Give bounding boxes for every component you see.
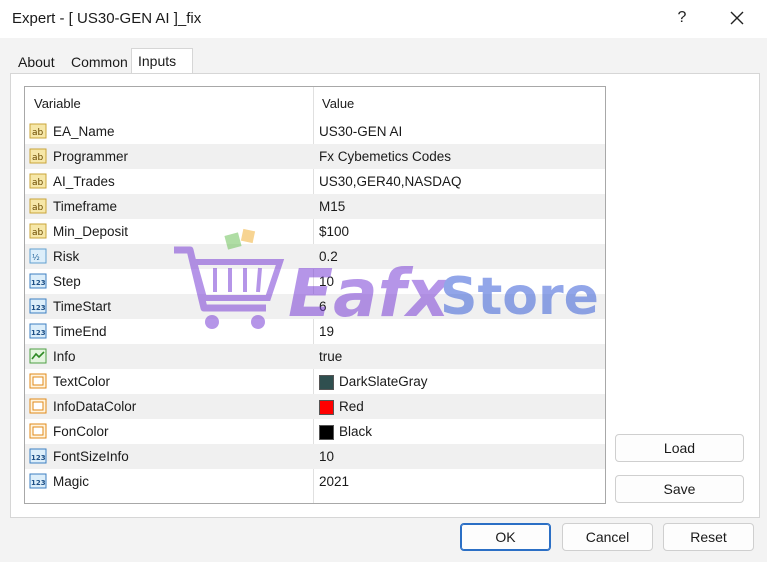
ok-button[interactable]: OK [460,523,551,551]
string-icon: ab [29,223,47,239]
eafx-store-watermark: Eafx Store [174,228,599,332]
svg-text:ab: ab [32,153,44,163]
variable-name: TextColor [53,374,111,389]
integer-icon: 123 [29,298,47,314]
variable-value[interactable]: Red [339,399,364,414]
variable-name: InfoDataColor [53,399,137,414]
variable-name: TimeEnd [53,324,107,339]
variable-name: Timeframe [53,199,118,214]
integer-icon: 123 [29,448,47,464]
tab-inputs[interactable]: Inputs [131,48,193,75]
color-icon [29,373,47,389]
tab-about[interactable]: About [14,51,59,73]
load-button[interactable]: Load [615,434,744,462]
svg-text:ab: ab [32,228,44,238]
color-swatch [319,400,334,415]
variable-name: Risk [53,249,80,264]
grid-row[interactable]: 123 Magic 2021 [25,469,605,494]
window-title: Expert - [ US30-GEN AI ]_fix [12,10,202,27]
grid-row[interactable]: ab AI_Trades US30,GER40,NASDAQ [25,169,605,194]
grid-row[interactable]: ab Timeframe M15 [25,194,605,219]
variable-name: TimeStart [53,299,112,314]
grid-row[interactable]: FonColor Black [25,419,605,444]
variable-value[interactable]: true [319,349,342,364]
svg-text:123: 123 [31,279,46,287]
variable-value[interactable]: Fx Cybemetics Codes [319,149,451,164]
variable-name: AI_Trades [53,174,115,189]
expert-dialog: Expert - [ US30-GEN AI ]_fix ? About Com… [0,0,767,562]
bool-icon [29,348,47,364]
color-icon [29,423,47,439]
variable-name: Programmer [53,149,129,164]
variable-value[interactable]: DarkSlateGray [339,374,428,389]
svg-text:123: 123 [31,454,46,462]
integer-icon: 123 [29,273,47,289]
variable-name: Min_Deposit [53,224,129,239]
title-bar: Expert - [ US30-GEN AI ]_fix ? [0,0,767,38]
variable-name: Magic [53,474,90,489]
help-button[interactable]: ? [668,4,696,32]
integer-icon: 123 [29,323,47,339]
grid-row[interactable]: ab Programmer Fx Cybemetics Codes [25,144,605,169]
svg-text:123: 123 [31,479,46,487]
shopping-cart-icon [174,228,285,329]
variable-value[interactable]: US30-GEN AI [319,124,402,139]
string-icon: ab [29,173,47,189]
grid-row[interactable]: InfoDataColor Red [25,394,605,419]
grid-row[interactable]: TextColor DarkSlateGray [25,369,605,394]
grid-header: Variable Value [25,87,605,119]
variable-value[interactable]: 10 [319,449,334,464]
color-icon [29,398,47,414]
save-button[interactable]: Save [615,475,744,503]
color-swatch [319,425,334,440]
color-swatch [319,375,334,390]
grid-row[interactable]: ab EA_Name US30-GEN AI [25,119,605,144]
string-icon: ab [29,123,47,139]
column-header-value[interactable]: Value [322,96,354,111]
close-icon [730,11,744,25]
integer-icon: 123 [29,473,47,489]
cancel-button[interactable]: Cancel [562,523,653,551]
string-icon: ab [29,148,47,164]
column-header-variable[interactable]: Variable [34,96,81,111]
svg-text:ab: ab [32,203,44,213]
variable-value[interactable]: US30,GER40,NASDAQ [319,174,462,189]
variable-value[interactable]: 2021 [319,474,349,489]
double-icon: ½ [29,248,47,264]
variable-name: Info [53,349,76,364]
variable-name: EA_Name [53,124,115,139]
variable-name: Step [53,274,81,289]
svg-text:ab: ab [32,128,44,138]
variable-value[interactable]: Black [339,424,372,439]
reset-button[interactable]: Reset [663,523,754,551]
variable-value[interactable]: M15 [319,199,345,214]
svg-text:123: 123 [31,329,46,337]
svg-text:½: ½ [32,253,40,262]
svg-text:ab: ab [32,178,44,188]
close-button[interactable] [722,4,752,32]
grid-row[interactable]: Info true [25,344,605,369]
tab-common[interactable]: Common [67,51,132,73]
grid-row[interactable]: 123 FontSizeInfo 10 [25,444,605,469]
variable-name: FonColor [53,424,109,439]
variable-name: FontSizeInfo [53,449,129,464]
watermark-text-eafx: Eafx [288,255,451,332]
string-icon: ab [29,198,47,214]
watermark-text-store: Store [440,267,599,327]
svg-text:123: 123 [31,304,46,312]
